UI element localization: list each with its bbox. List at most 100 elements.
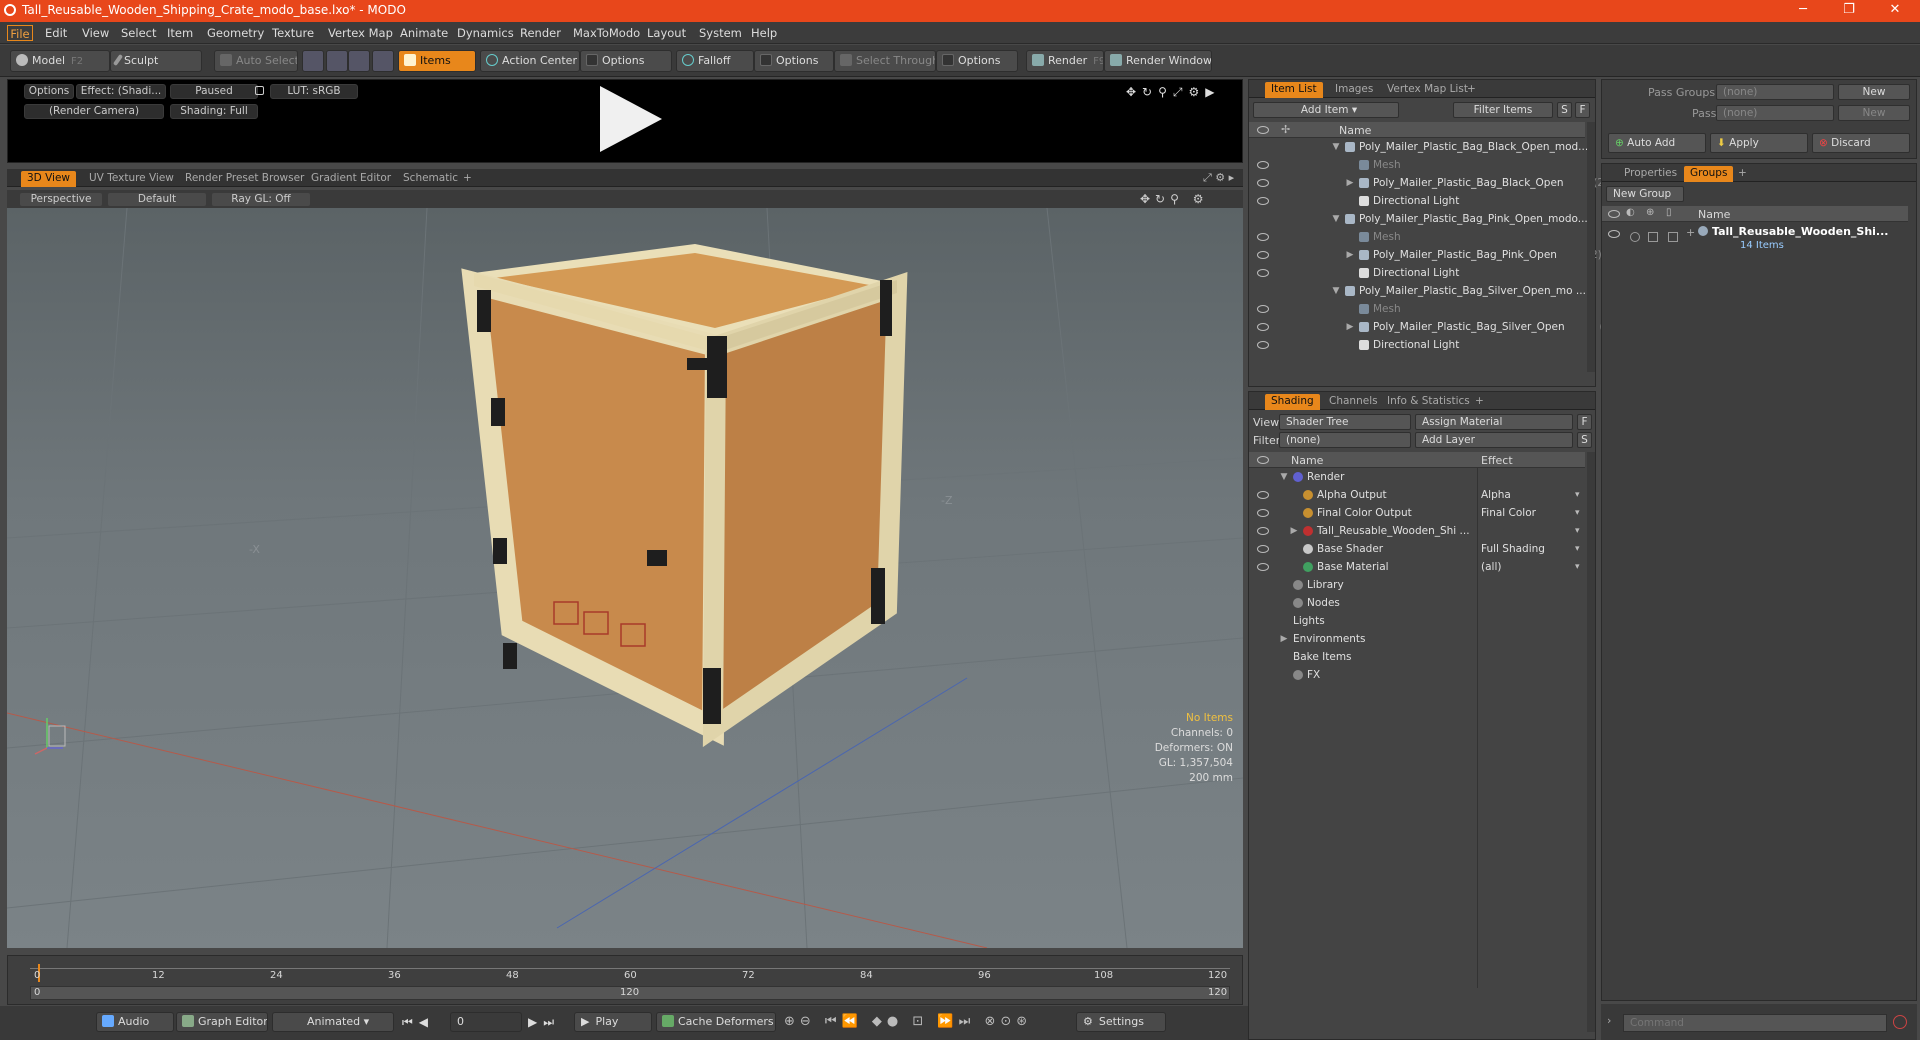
lock-toggle-icon[interactable] xyxy=(1648,232,1658,242)
visibility-eye-icon[interactable] xyxy=(1257,305,1269,313)
list-item[interactable]: ▶Poly_Mailer_Plastic_Bag_Black_Open(2) xyxy=(1249,174,1608,192)
lock-icon[interactable] xyxy=(255,86,264,95)
paused-toggle[interactable]: Paused xyxy=(170,84,258,99)
render-preview[interactable]: Options Effect: (Shadi... Paused LUT: sR… xyxy=(7,79,1243,163)
tab-groups[interactable]: Groups xyxy=(1684,166,1734,182)
viewport-scene[interactable]: -X -Z xyxy=(7,208,1243,948)
effect-value[interactable]: Alpha xyxy=(1481,486,1511,504)
add-tab-button[interactable]: + xyxy=(1469,394,1490,410)
action-center-options-button[interactable]: Options xyxy=(580,50,672,72)
shader-tree-row[interactable]: ▶ Environments xyxy=(1249,630,1585,648)
menu-dynamics[interactable]: Dynamics xyxy=(457,25,514,41)
visibility-eye-icon[interactable] xyxy=(1257,197,1269,205)
expand-arrow-icon[interactable]: ▶ xyxy=(1279,630,1289,648)
menu-system[interactable]: System xyxy=(699,25,742,41)
lut-dropdown[interactable]: LUT: sRGB xyxy=(270,84,358,99)
audio-button[interactable]: Audio xyxy=(96,1012,174,1032)
menu-layout[interactable]: Layout xyxy=(647,25,686,41)
shading-scrollbar[interactable] xyxy=(1587,452,1595,1032)
new-pass-group-button[interactable]: New xyxy=(1838,84,1910,100)
effect-dropdown[interactable]: Effect: (Shadi... xyxy=(76,84,166,99)
visibility-eye-icon[interactable] xyxy=(1257,161,1269,169)
close-button[interactable]: ✕ xyxy=(1872,0,1918,22)
list-item[interactable]: ▼ Poly_Mailer_Plastic_Bag_Pink_Open_modo.… xyxy=(1249,210,1588,228)
list-item[interactable]: ▼ Poly_Mailer_Plastic_Bag_Silver_Open_mo … xyxy=(1249,282,1586,300)
next-end-key-icons[interactable]: ▶⏭ xyxy=(528,1015,560,1030)
shader-tree-row[interactable]: Base Shader Full Shading ▾ xyxy=(1249,540,1585,558)
preview-options-button[interactable]: Options xyxy=(24,84,74,99)
tab-gradient-editor[interactable]: Gradient Editor xyxy=(305,171,397,187)
visibility-eye-icon[interactable] xyxy=(1257,563,1269,571)
shader-tree-row[interactable]: ▶ Tall_Reusable_Wooden_Shi ... ▾ xyxy=(1249,522,1585,540)
tab-uv-texture-view[interactable]: UV Texture View xyxy=(83,171,180,187)
discard-button[interactable]: ⊗ Discard xyxy=(1812,133,1910,153)
render-window-button[interactable]: Render Window xyxy=(1104,50,1212,72)
list-item[interactable]: ▶Poly_Mailer_Plastic_Bag_Pink_Open(2) xyxy=(1249,246,1602,264)
settings-button[interactable]: ⚙ Settings xyxy=(1076,1012,1166,1032)
shader-tree-row[interactable]: Final Color Output Final Color ▾ xyxy=(1249,504,1585,522)
add-tab-button[interactable]: + xyxy=(1461,82,1482,98)
polygons-mode-icon[interactable] xyxy=(348,50,370,72)
expand-arrow-icon[interactable]: ▼ xyxy=(1331,210,1341,228)
menu-edit[interactable]: Edit xyxy=(45,25,67,41)
passes-dropdown[interactable]: (none) xyxy=(1716,105,1834,121)
expand-arrow-icon[interactable]: ▶ xyxy=(1345,318,1355,336)
play-button[interactable]: ▶ Play xyxy=(574,1012,652,1032)
menu-select[interactable]: Select xyxy=(121,25,156,41)
select-toggle-icon[interactable] xyxy=(1668,232,1678,242)
list-item[interactable]: Directional Light xyxy=(1249,336,1585,354)
falloff-options-button[interactable]: Options xyxy=(754,50,834,72)
cache-deformers-button[interactable]: Cache Deformers xyxy=(656,1012,776,1032)
visibility-eye-icon[interactable] xyxy=(1257,509,1269,517)
shading-filter-dropdown[interactable]: (none) xyxy=(1279,432,1411,448)
effect-value[interactable]: Final Color xyxy=(1481,504,1536,522)
expand-arrow-icon[interactable]: ▶ xyxy=(1289,522,1299,540)
tab-vertex-map-list[interactable]: Vertex Map List xyxy=(1381,82,1474,98)
pass-groups-dropdown[interactable]: (none) xyxy=(1716,84,1834,100)
filter-f-button[interactable]: F xyxy=(1575,102,1590,118)
edges-mode-icon[interactable] xyxy=(326,50,348,72)
camera-dropdown[interactable]: (Render Camera) xyxy=(24,104,164,119)
effect-dropdown-arrow-icon[interactable]: ▾ xyxy=(1575,486,1580,504)
add-tab-button[interactable]: + xyxy=(457,171,478,187)
visibility-eye-icon[interactable] xyxy=(1257,341,1269,349)
action-center-button[interactable]: Action Center xyxy=(480,50,580,72)
raygl-dropdown[interactable]: Ray GL: Off xyxy=(211,192,311,207)
group-row[interactable]: + Tall_Reusable_Wooden_Shi... 14 Items xyxy=(1602,224,1908,256)
play-icon[interactable] xyxy=(600,86,662,152)
menu-vertex-map[interactable]: Vertex Map xyxy=(328,25,393,41)
shader-tree-row[interactable]: Nodes xyxy=(1249,594,1585,612)
shader-tree-row[interactable]: Bake Items xyxy=(1249,648,1585,666)
graph-editor-button[interactable]: Graph Editor xyxy=(176,1012,268,1032)
keyframe-tool-icons[interactable]: ⊕⊖ ⏮⏪ ◆● ⊡ ⏩⏭ ⊗⊙⊛ xyxy=(784,1014,1032,1029)
list-item[interactable]: Directional Light xyxy=(1249,264,1585,282)
menu-view[interactable]: View xyxy=(82,25,109,41)
menu-render[interactable]: Render xyxy=(520,25,561,41)
menu-animate[interactable]: Animate xyxy=(400,25,448,41)
tab-render-preset-browser[interactable]: Render Preset Browser xyxy=(179,171,310,187)
default-style-dropdown[interactable]: Default xyxy=(107,192,207,207)
visibility-eye-icon[interactable] xyxy=(1257,527,1269,535)
vertices-mode-icon[interactable] xyxy=(302,50,324,72)
render-toggle-icon[interactable] xyxy=(1630,232,1640,242)
list-item[interactable]: Mesh xyxy=(1249,156,1585,174)
select-through-button[interactable]: Select Through xyxy=(834,50,936,72)
shader-tree-row[interactable]: ▼ Render xyxy=(1249,468,1585,486)
effect-value[interactable]: Full Shading xyxy=(1481,540,1545,558)
list-item[interactable]: ▼ Poly_Mailer_Plastic_Bag_Black_Open_mod.… xyxy=(1249,138,1589,156)
assign-material-button[interactable]: Assign Material xyxy=(1415,414,1573,430)
visibility-eye-icon[interactable] xyxy=(1257,251,1269,259)
visibility-eye-icon[interactable] xyxy=(1257,545,1269,553)
shader-tree-row[interactable]: Alpha Output Alpha ▾ xyxy=(1249,486,1585,504)
auto-add-button[interactable]: ⊕ Auto Add xyxy=(1608,133,1706,153)
preview-nav-icons[interactable]: ✥↻⚲⤢⚙▶ xyxy=(1126,85,1221,100)
add-item-dropdown[interactable]: Add Item ▾ xyxy=(1253,102,1399,118)
menu-geometry[interactable]: Geometry xyxy=(207,25,264,41)
shader-tree-row[interactable]: Library xyxy=(1249,576,1585,594)
apply-button[interactable]: ⬇ Apply xyxy=(1710,133,1808,153)
timeline[interactable]: 0 12 24 36 48 60 72 84 96 108 120 0 120 … xyxy=(7,955,1243,1005)
menu-help[interactable]: Help xyxy=(751,25,777,41)
command-input[interactable] xyxy=(1623,1014,1887,1032)
tab-schematic[interactable]: Schematic xyxy=(397,171,464,187)
add-tab-button[interactable]: + xyxy=(1732,166,1753,182)
